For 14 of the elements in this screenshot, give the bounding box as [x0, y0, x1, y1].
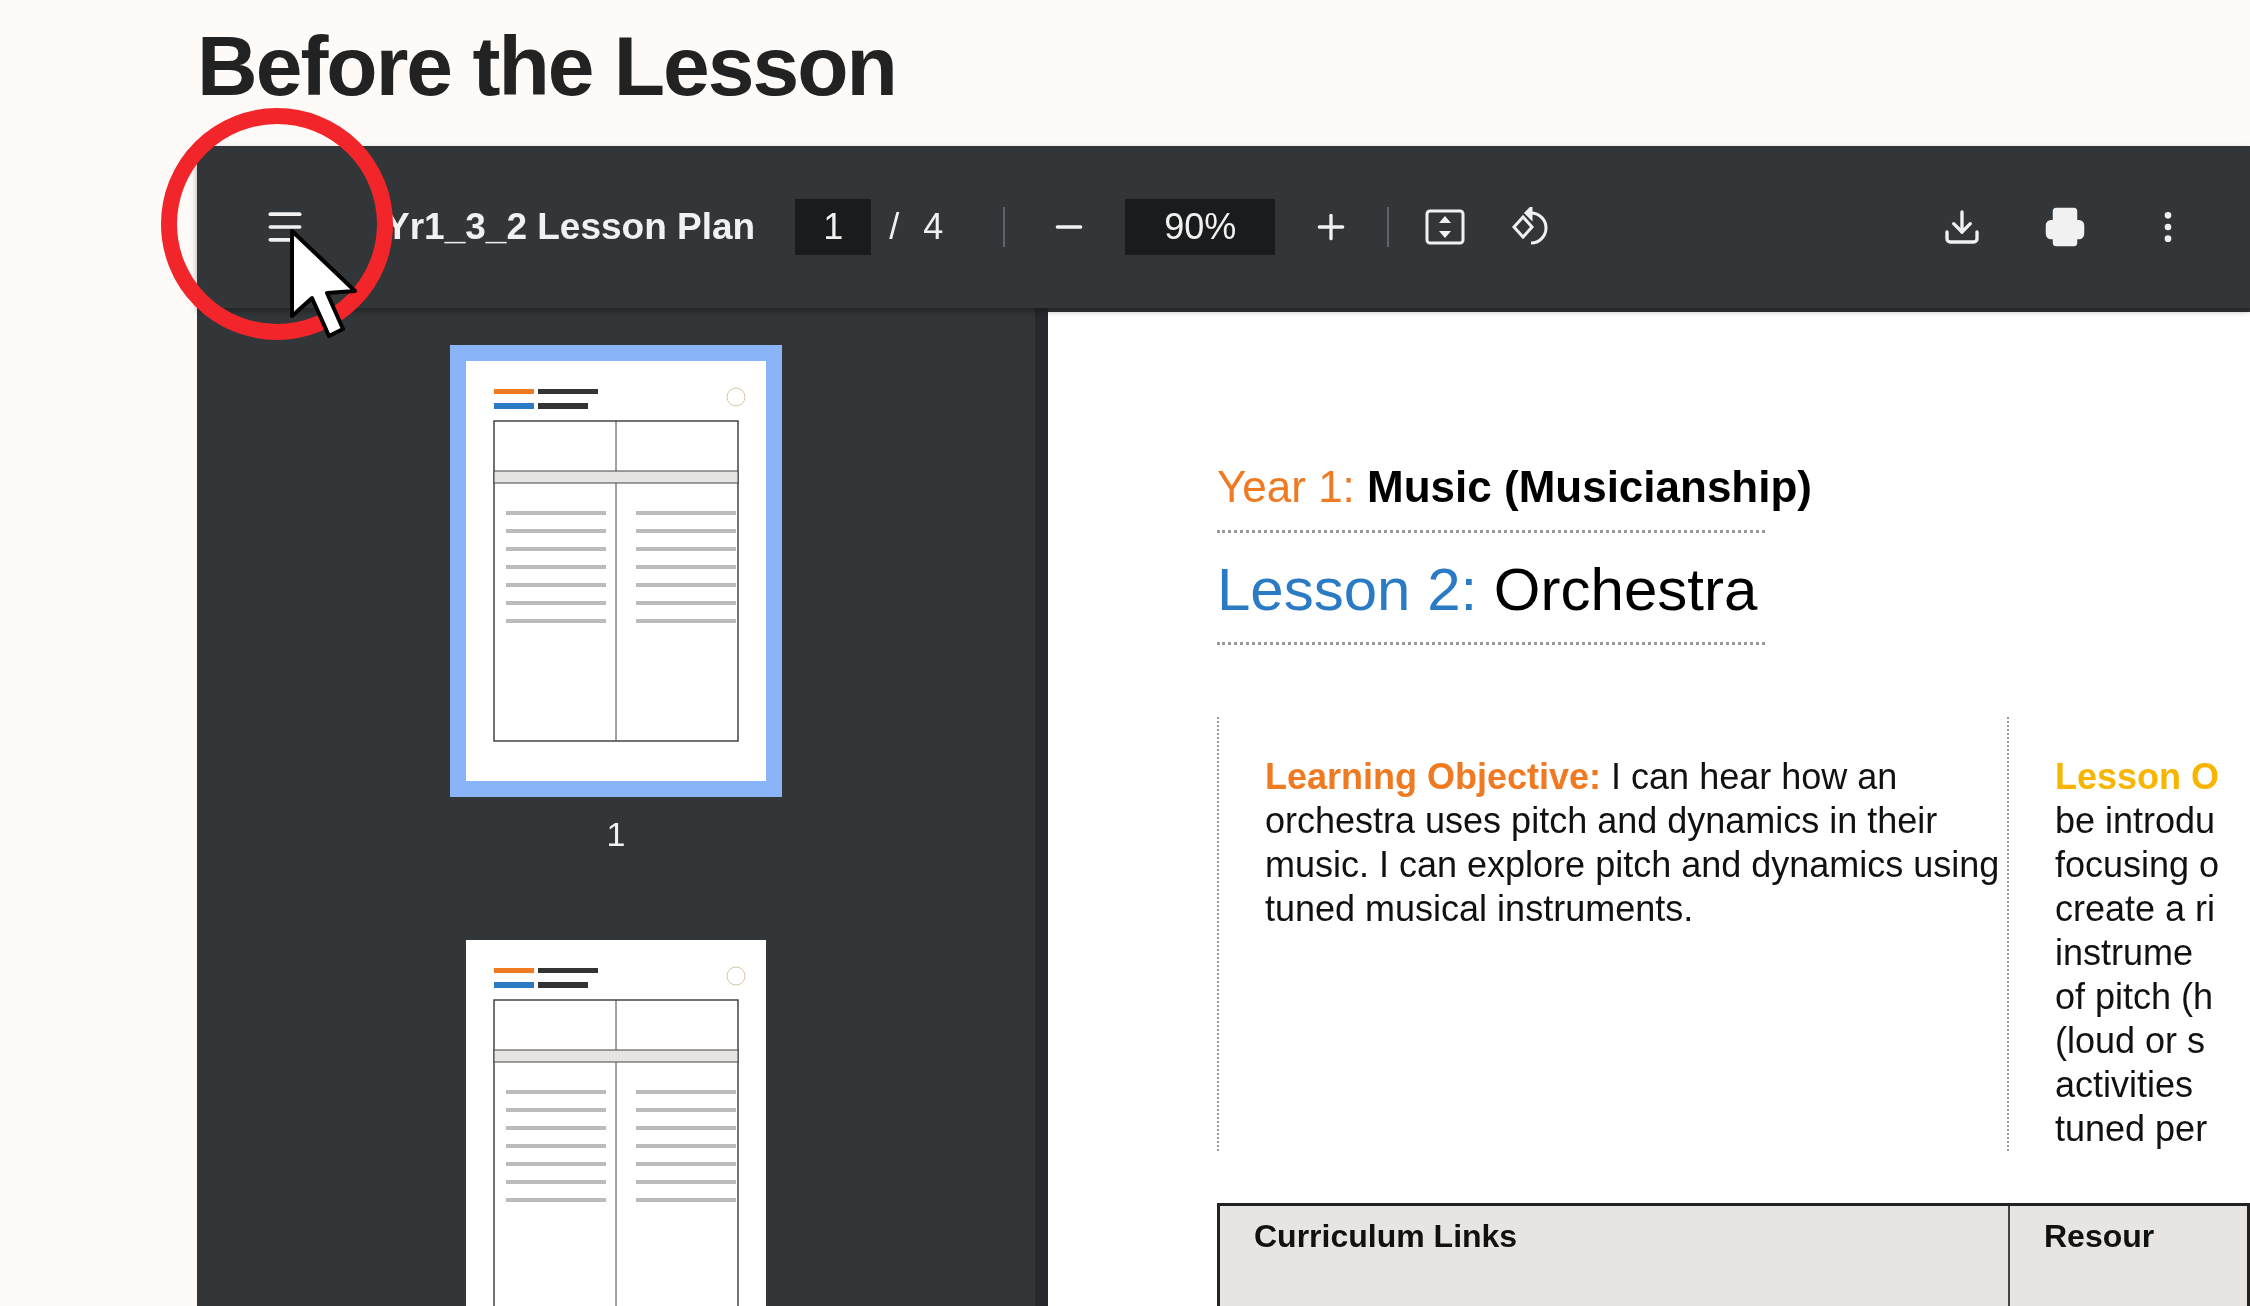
- lesson-overview-text: Lesson O be introdu focusing o create a ri instrume of pitch (h (loud or s activities tuned per: [2055, 755, 2221, 1151]
- cursor-icon: [290, 229, 357, 338]
- page-number-field[interactable]: 1: [795, 199, 872, 255]
- section-heading: Before the Lesson: [196, 18, 897, 115]
- zoom-field[interactable]: 90%: [1125, 199, 1276, 255]
- page-thumbnail[interactable]: [450, 345, 782, 797]
- column-header: Curriculum Links: [1254, 1218, 1518, 1254]
- subject-title: Year 1: Music (Musicianship): [1217, 462, 1812, 511]
- learning-objective-text: Learning Objective: I can hear how an orchestra uses pitch and dynamics in their music. I can explore pitch and dynamics using tuned musical instruments.: [1265, 755, 2001, 931]
- lesson-title: Lesson 2: Orchestra: [1217, 556, 1758, 623]
- document-title: Yr1_3_2 Lesson Plan: [385, 206, 756, 248]
- page-number: 1: [606, 815, 626, 854]
- page-count: / 4: [889, 206, 944, 248]
- column-header: Resour: [2044, 1218, 2155, 1254]
